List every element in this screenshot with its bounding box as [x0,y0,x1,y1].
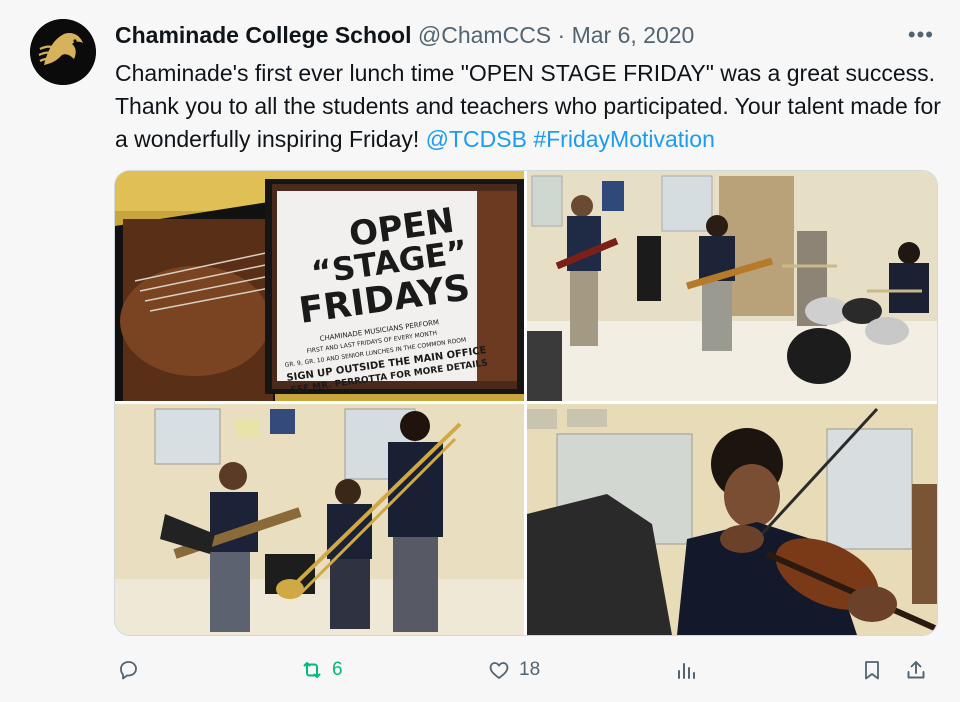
photo-band-guitar-drums[interactable] [527,171,937,401]
bookmark-button[interactable] [860,650,884,690]
share-button[interactable] [904,650,928,690]
tweet-text: Chaminade's first ever lunch time "OPEN … [115,57,945,156]
like-button[interactable]: 18 [487,650,540,690]
views-chart-icon [678,663,695,679]
views-button[interactable] [674,650,706,690]
reply-button[interactable] [116,650,148,690]
separator-dot: · [557,22,566,48]
tweet-body: Chaminade's first ever lunch time "OPEN … [115,60,941,152]
cougar-logo-icon [30,19,96,85]
tweet-date[interactable]: Mar 6, 2020 [572,22,695,48]
photo-open-stage-poster[interactable]: OPEN “STAGE” FRIDAYS CHAMINADE MUSICIANS… [115,171,524,401]
mention-link[interactable]: @TCDSB [426,126,527,152]
like-count: 18 [519,659,541,680]
avatar[interactable] [30,19,96,85]
bookmark-icon [865,661,879,680]
hashtag-link[interactable]: #FridayMotivation [533,126,715,152]
author-name[interactable]: Chaminade College School [115,22,412,48]
more-options-icon[interactable]: ••• [908,22,934,48]
tweet: Chaminade College School @ChamCCS · Mar … [0,0,960,702]
photo-bass-trombone[interactable] [115,404,524,635]
reply-icon [120,661,137,680]
retweet-icon [303,662,321,678]
action-bar: 6 18 [114,650,936,690]
media-grid: OPEN “STAGE” FRIDAYS CHAMINADE MUSICIANS… [114,170,938,636]
heart-icon [489,662,509,679]
photo-violin-player[interactable] [527,404,937,635]
author-handle[interactable]: @ChamCCS [418,22,551,48]
tweet-header: Chaminade College School @ChamCCS · Mar … [115,20,694,50]
share-icon [907,661,925,679]
retweet-count: 6 [332,659,343,680]
retweet-button[interactable]: 6 [300,650,343,690]
